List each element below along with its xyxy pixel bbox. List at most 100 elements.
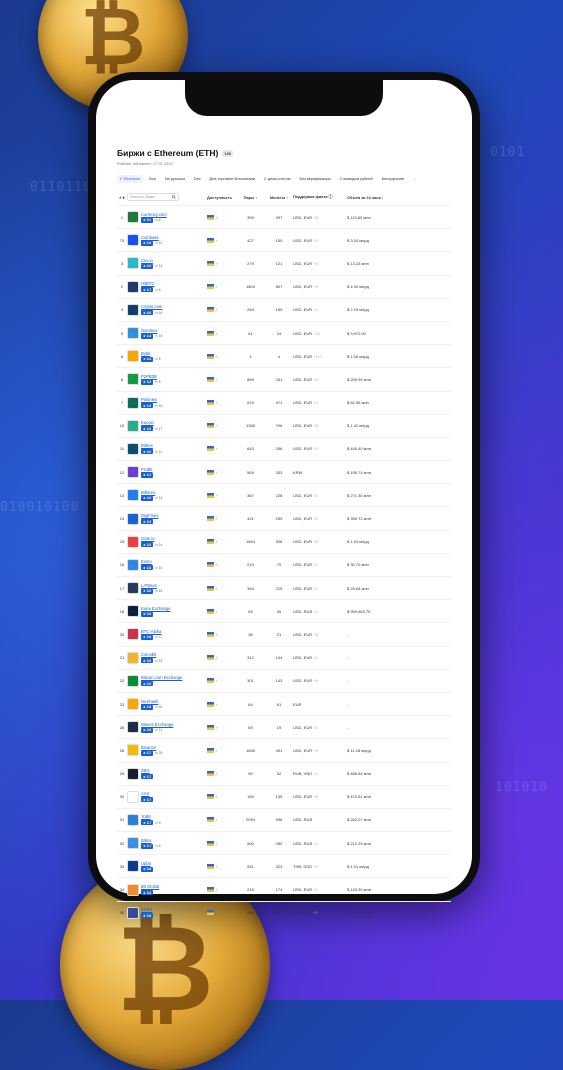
fiat-more-button[interactable]: +5: [313, 423, 318, 428]
table-row[interactable]: 10 Kucoin ★ 4.0 ✉ 17 ✓ 1365 706 USD, EUR +5 $ 1.…: [117, 413, 451, 437]
table-row[interactable]: 28 Waves Exchange ★ 3.8 ✉ 12 ✓ 69 19 USD, EUR +…: [117, 715, 451, 738]
tab-4[interactable]: Для торговли биткоинами: [207, 175, 258, 183]
fiat-more-button[interactable]: +5: [313, 215, 318, 220]
table-row[interactable]: 22 Bitcoin.com Exchange ★ 3.8 ✓ 301 143 USD, E…: [117, 668, 451, 692]
exchange-logo-icon[interactable]: [127, 373, 139, 386]
fiat-more-button[interactable]: +8: [313, 632, 318, 637]
exchange-logo-icon[interactable]: [127, 512, 139, 525]
exchange-logo-icon[interactable]: [127, 466, 139, 479]
reviews-count[interactable]: ✉ 6: [155, 218, 160, 222]
exchange-name-link[interactable]: BTC-Alpha: [141, 629, 207, 634]
exchange-logo-icon[interactable]: [127, 489, 139, 502]
fiat-more-button[interactable]: +1: [313, 586, 318, 591]
exchange-logo-icon[interactable]: [127, 813, 139, 826]
table-row[interactable]: 34 Bit Global ★ 3.6 ✓ 215 174 USD, EUR +1 $ 143…: [117, 877, 451, 900]
fiat-support-header[interactable]: Поддержка фиата ⓘ: [293, 194, 347, 200]
reviews-count[interactable]: ✉ 12: [155, 241, 162, 245]
exchange-name-link[interactable]: Bybit: [141, 351, 207, 356]
exchange-logo-icon[interactable]: [127, 744, 139, 757]
exchange-name-link[interactable]: Coinbase: [141, 235, 207, 240]
table-row[interactable]: 18 Kuna Exchange ★ 3.8 ✓ 65 39 USD, RUB +1 $ 95…: [117, 599, 451, 622]
reviews-count[interactable]: ✉ 15: [155, 589, 162, 593]
table-row[interactable]: 23 Nicehash ★ 3.8 ✉ 16 ✓ 84 61 EUR -: [117, 691, 451, 715]
exchange-logo-icon[interactable]: [127, 442, 139, 455]
fiat-more-button[interactable]: +1: [313, 841, 318, 846]
fiat-more-button[interactable]: +2: [313, 446, 318, 451]
sort-rank-button[interactable]: # ▾: [117, 195, 127, 200]
exchange-name-link[interactable]: Nicehash: [141, 699, 207, 704]
reviews-count[interactable]: ✉ 16: [155, 705, 162, 709]
table-row[interactable]: 17 LAToken ★ 3.8 ✉ 15 ✓ 364 215 USD, EUR +1 $ 29…: [117, 576, 451, 599]
fiat-more-button[interactable]: +9: [313, 377, 318, 382]
fiat-more-button[interactable]: +1: [313, 910, 318, 915]
exchange-name-link[interactable]: Bitcoin.com Exchange: [141, 675, 207, 680]
table-row[interactable]: 2 HitBTC ★ 4.7 ✉ 6 ✓ 1804 807 USD, EUR +9 $ 4.00…: [117, 274, 451, 298]
tab-8[interactable]: Белорусские: [379, 175, 407, 183]
reviews-count[interactable]: ✉ 15: [155, 334, 162, 338]
exchange-name-link[interactable]: ZBG: [141, 768, 207, 773]
table-row[interactable]: 31 YoBit ★ 3.7 ✉ 9 ✓ 2094 996 USD, RUB $ 262.07…: [117, 807, 451, 831]
table-row[interactable]: 3 Cex.io ★ 4.9 ✉ 14 ✓ 279 121 USD, EUR +3 $ 13.2…: [117, 251, 451, 274]
tab-2[interactable]: На русском: [162, 175, 188, 183]
fiat-more-button[interactable]: +6: [313, 678, 318, 683]
tab-1[interactable]: Все: [146, 175, 159, 183]
exchange-logo-icon[interactable]: [127, 211, 139, 224]
reviews-count[interactable]: ✉ 15: [155, 659, 162, 663]
tab-9[interactable]: ...: [410, 175, 419, 183]
fiat-more-button[interactable]: +1: [313, 609, 318, 614]
reviews-count[interactable]: ✉ 11: [155, 635, 162, 639]
exchange-name-link[interactable]: YoBit: [141, 814, 207, 819]
reviews-count[interactable]: ✉ 5: [155, 380, 160, 384]
exchange-name-link[interactable]: P2PB2B: [141, 374, 207, 379]
tab-7[interactable]: С выводом рублей: [337, 175, 376, 183]
exchange-logo-icon[interactable]: [127, 721, 139, 734]
reviews-count[interactable]: ✉ 12: [155, 728, 162, 732]
tab-5[interactable]: С демо-счетом: [261, 175, 293, 183]
exchange-name-link[interactable]: BKEX: [141, 907, 207, 912]
exchange-name-link[interactable]: Nominex: [141, 328, 207, 333]
table-row[interactable]: 73 Coinbase ★ 2.6 ✉ 12 ✓ 427 150 USD, EUR +2 $ 3…: [117, 228, 451, 251]
exchange-logo-icon[interactable]: [127, 790, 139, 803]
table-row[interactable]: 12 ProBit ★ 4.1 ✓ 569 333 KRW $ 156.74 млн: [117, 460, 451, 483]
exchange-name-link[interactable]: Kuna Exchange: [141, 606, 207, 611]
sort-coins-button[interactable]: Монеты ↕: [265, 195, 293, 200]
table-row[interactable]: 11 Bittrex ★ 4.0 ✉ 11 ✓ 643 256 USD, EUR +2 $ 44…: [117, 436, 451, 460]
fiat-more-button[interactable]: +1: [313, 655, 318, 660]
exchange-logo-icon[interactable]: [127, 558, 139, 571]
exchange-logo-icon[interactable]: [127, 651, 139, 664]
table-row[interactable]: 1 Currency.com ★ 5.0 ✉ 6 ✓ 359 297 USD, EUR +5 $…: [117, 205, 451, 228]
reviews-count[interactable]: ✉ 5: [155, 844, 160, 848]
exchange-name-link[interactable]: Poloniex: [141, 397, 207, 402]
table-row[interactable]: 16 Exmo ★ 3.8 ✉ 10 ✓ 243 70 USD, EUR +1 $ 30.70 …: [117, 552, 451, 576]
tab-3[interactable]: Dex: [191, 175, 204, 183]
exchange-name-link[interactable]: Bibox: [141, 838, 207, 843]
exchange-logo-icon[interactable]: [127, 698, 139, 711]
table-row[interactable]: 30 AAX ★ 3.7 ✓ 150 135 USD, EUR +8 $ 470.61 млн: [117, 784, 451, 808]
fiat-more-button[interactable]: +12: [313, 331, 320, 336]
table-row[interactable]: 21 Coinsbit ★ 3.8 ✉ 15 ✓ 312 104 USD, EUR +1-: [117, 645, 451, 669]
sort-volume-button[interactable]: Объем за 24 часа ↕: [347, 195, 397, 200]
exchange-name-link[interactable]: AAX: [141, 791, 207, 796]
exchange-logo-icon[interactable]: [127, 303, 139, 316]
tab-0[interactable]: С Ethereum: [117, 175, 144, 183]
exchange-logo-icon[interactable]: [127, 906, 139, 919]
reviews-count[interactable]: ✉ 11: [155, 450, 162, 454]
reviews-count[interactable]: ✉ 6: [155, 288, 160, 292]
table-row[interactable]: 6 Bybit ★ 4.4 ✉ 5 ✓ 4 4 USD, EUR +117 $ 1.00 млр…: [117, 344, 451, 367]
exchange-logo-icon[interactable]: [127, 350, 139, 363]
exchange-logo-icon[interactable]: [127, 767, 139, 780]
exchange-logo-icon[interactable]: [127, 605, 139, 618]
reviews-count[interactable]: ✉ 14: [155, 543, 162, 547]
exchange-logo-icon[interactable]: [127, 860, 139, 873]
exchange-name-link[interactable]: Bittrex: [141, 443, 207, 448]
exchange-name-link[interactable]: Gate.io: [141, 536, 207, 541]
table-row[interactable]: 7 Poloniex ★ 4.3 ✉ 16 ✓ 675 471 USD, EUR +3 $ 52…: [117, 390, 451, 414]
exchange-name-link[interactable]: DigiFinex: [141, 513, 207, 518]
reviews-count[interactable]: ✉ 9: [155, 821, 160, 825]
fiat-more-button[interactable]: +1: [313, 887, 318, 892]
sort-pairs-button[interactable]: Пары ↕: [236, 195, 265, 200]
reviews-count[interactable]: ✉ 16: [155, 311, 162, 315]
exchange-logo-icon[interactable]: [127, 674, 139, 687]
fiat-more-button[interactable]: +8: [313, 794, 318, 799]
table-row[interactable]: 32 Bibox ★ 3.7 ✉ 5 ✓ 500 280 USD, RUB +1 $ 212.2…: [117, 831, 451, 854]
